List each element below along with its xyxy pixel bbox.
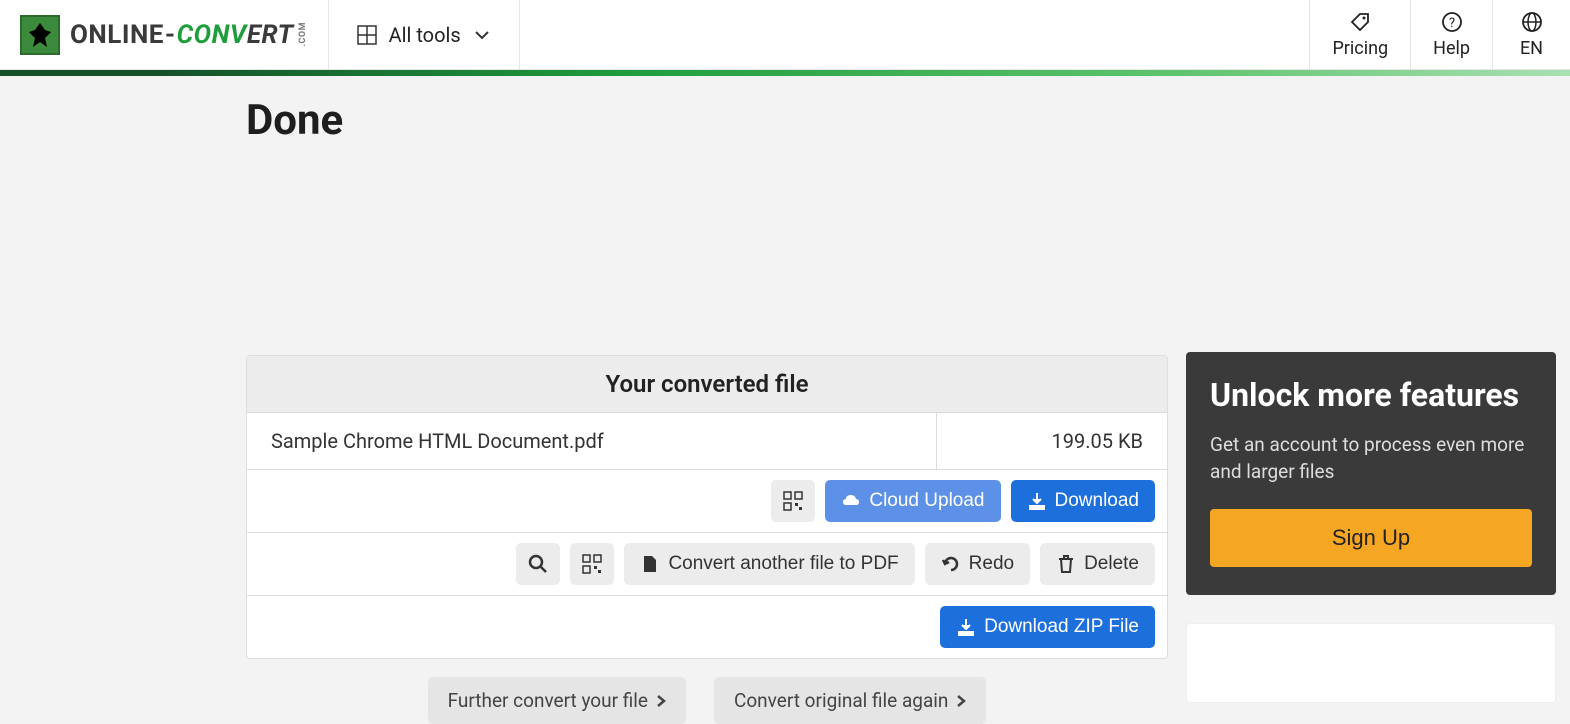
qr-icon [582,554,602,574]
empty-card [1186,623,1556,703]
cloud-icon [841,491,861,511]
logo-text: ONLINE - CON V ERT .COM [70,20,308,50]
download-icon [956,617,976,637]
sign-up-button[interactable]: Sign Up [1210,509,1532,567]
language-selector[interactable]: EN [1492,0,1570,69]
promo-body: Get an account to process even more and … [1210,432,1532,485]
file-size: 199.05 KB [937,413,1167,469]
pricing-link[interactable]: Pricing [1309,0,1410,69]
top-navigation: ONLINE - CON V ERT .COM All tools Pricin… [0,0,1570,70]
grid-icon [357,25,377,45]
converted-file-panel: Your converted file Sample Chrome HTML D… [246,355,1168,659]
qr-code-button-2[interactable] [570,543,614,585]
chevron-down-icon [473,26,491,44]
svg-text:?: ? [1448,16,1454,31]
file-actions-row: Cloud Upload Download [247,470,1167,533]
qr-code-button[interactable] [771,480,815,522]
panel-header: Your converted file [247,356,1167,413]
globe-icon [1520,10,1544,34]
zip-row: Download ZIP File [247,596,1167,658]
qr-icon [783,491,803,511]
search-icon [528,554,548,574]
convert-again-chip[interactable]: Convert original file again [714,677,986,724]
promo-panel: Unlock more features Get an account to p… [1186,352,1556,595]
download-zip-button[interactable]: Download ZIP File [940,606,1155,648]
page-title: Done [246,96,1168,145]
bulk-actions-row: Convert another file to PDF Redo Delete [247,533,1167,596]
redo-button[interactable]: Redo [925,543,1030,585]
download-button[interactable]: Download [1011,480,1156,522]
chevron-right-icon [956,694,966,708]
footer-chips: Further convert your file Convert origin… [246,677,1168,724]
trash-icon [1056,554,1076,574]
further-convert-chip[interactable]: Further convert your file [428,677,686,724]
help-icon: ? [1440,10,1464,34]
promo-title: Unlock more features [1210,376,1532,414]
redo-icon [941,554,961,574]
file-name: Sample Chrome HTML Document.pdf [247,413,937,469]
search-button[interactable] [516,543,560,585]
all-tools-label: All tools [389,23,461,47]
cloud-upload-button[interactable]: Cloud Upload [825,480,1000,522]
all-tools-dropdown[interactable]: All tools [329,0,520,69]
convert-another-button[interactable]: Convert another file to PDF [624,543,914,585]
tag-icon [1348,10,1372,34]
file-row: Sample Chrome HTML Document.pdf 199.05 K… [247,413,1167,470]
chevron-right-icon [656,694,666,708]
logo-icon [20,15,60,55]
help-link[interactable]: ? Help [1410,0,1492,69]
logo[interactable]: ONLINE - CON V ERT .COM [0,0,329,69]
delete-button[interactable]: Delete [1040,543,1155,585]
file-icon [640,554,660,574]
download-icon [1027,491,1047,511]
